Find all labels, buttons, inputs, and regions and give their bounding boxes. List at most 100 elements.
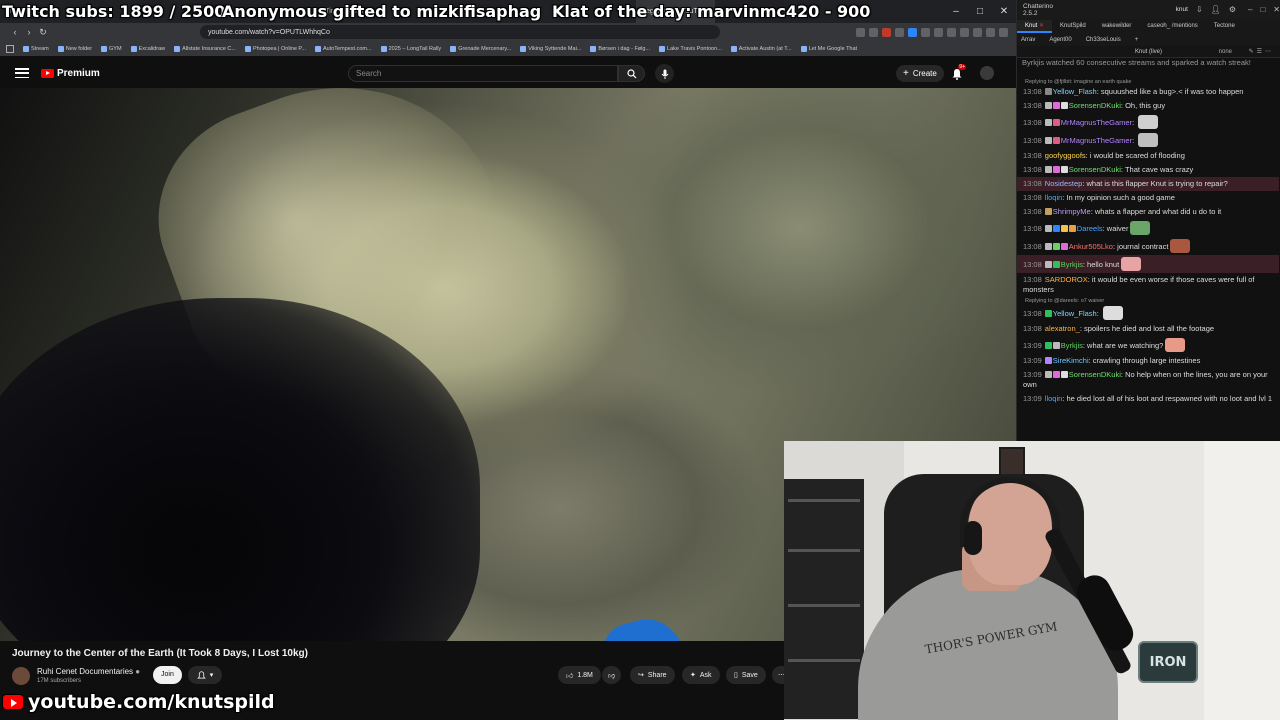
- chat-badge-icon[interactable]: [1044, 166, 1052, 173]
- chat-badge-icon[interactable]: [1052, 342, 1060, 349]
- extension-icon[interactable]: [869, 27, 878, 37]
- chat-badge-icon[interactable]: [1044, 225, 1052, 232]
- chat-reply-context[interactable]: Replying to @dareels: o7 waiver: [1017, 297, 1279, 304]
- chat-badge-icon[interactable]: [1052, 225, 1060, 232]
- chat-username[interactable]: Byrkjis: [1061, 341, 1083, 350]
- chat-username[interactable]: SireKimchi: [1053, 356, 1089, 365]
- menu-icon[interactable]: [15, 68, 29, 78]
- chat-message[interactable]: 13:08 Byrkjis: hello knut: [1017, 255, 1279, 273]
- bookmark[interactable]: Lake Travis Pontoon...: [659, 45, 722, 52]
- chat-message[interactable]: 13:08 Dareels: waiver: [1017, 219, 1279, 237]
- tab-ch33selouis[interactable]: Ch33seLouis: [1086, 37, 1121, 43]
- bookmark[interactable]: Excalidraw: [130, 45, 165, 52]
- chat-message[interactable]: 13:09 lloqin: he died lost all of his loo…: [1017, 392, 1279, 406]
- chat-message[interactable]: 13:08 ShrimpyMe: whats a flapper and what…: [1017, 205, 1279, 219]
- tab-agent00[interactable]: Agent00: [1049, 37, 1071, 43]
- account-name[interactable]: knut: [1176, 6, 1188, 13]
- chat-badge-icon[interactable]: [1060, 243, 1068, 250]
- forward-icon[interactable]: ›: [22, 27, 36, 37]
- chat-badge-icon[interactable]: [1060, 166, 1068, 173]
- chat-badge-icon[interactable]: [1068, 225, 1076, 232]
- chat-badge-icon[interactable]: [1052, 166, 1060, 173]
- chat-emote-icon[interactable]: [1138, 115, 1159, 129]
- chat-emote-icon[interactable]: [1121, 257, 1142, 271]
- chat-badge-icon[interactable]: [1044, 243, 1052, 250]
- subscription-bell-button[interactable]: ▾: [188, 666, 222, 684]
- reload-icon[interactable]: ↻: [36, 27, 50, 38]
- url-field[interactable]: youtube.com/watch?v=OPUTLWhhqCo: [200, 25, 720, 39]
- voice-search-button[interactable]: [655, 64, 674, 83]
- chat-message[interactable]: 13:09 Byrkjis: what are we watching?: [1017, 336, 1279, 354]
- chat-username[interactable]: SorensenDKuki: [1069, 101, 1121, 110]
- chat-message[interactable]: 13:08 Ankur505Lko: journal contract: [1017, 237, 1279, 255]
- account-avatar[interactable]: [980, 66, 994, 80]
- chat-badge-icon[interactable]: [1044, 137, 1052, 144]
- chat-username[interactable]: SARDOROX: [1045, 275, 1088, 284]
- chat-emote-icon[interactable]: [1130, 221, 1151, 235]
- chat-username[interactable]: Yellow_Flash: [1053, 87, 1097, 96]
- search-input[interactable]: Search: [348, 65, 618, 82]
- maximize-icon[interactable]: □: [968, 0, 992, 23]
- chat-username[interactable]: SorensenDKuki: [1069, 165, 1121, 174]
- chat-username[interactable]: Yellow_Flash: [1053, 309, 1097, 318]
- chat-badge-icon[interactable]: [1044, 261, 1052, 268]
- tab-arrav[interactable]: Arrav: [1021, 37, 1035, 43]
- chat-badge-icon[interactable]: [1060, 371, 1068, 378]
- chat-badge-icon[interactable]: [1044, 342, 1052, 349]
- youtube-logo[interactable]: Premium: [41, 68, 100, 79]
- chat-reply-context[interactable]: Replying to @fjtlbit: imagine an earth q…: [1017, 78, 1279, 85]
- notifications-button[interactable]: 9+: [951, 64, 966, 80]
- chat-message[interactable]: 13:08 SorensenDKuki: Oh, this guy: [1017, 99, 1279, 113]
- chat-message[interactable]: 13:08 SorensenDKuki: That cave was crazy: [1017, 163, 1279, 177]
- tab-knut[interactable]: Knut ✕: [1017, 20, 1053, 33]
- chat-badge-icon[interactable]: [1044, 208, 1052, 215]
- chat-message[interactable]: 13:08 alexatron_: spoilers he died and lo…: [1017, 322, 1279, 336]
- chat-message[interactable]: 13:09 SireKimchi: crawling through large …: [1017, 354, 1279, 368]
- chat-badge-icon[interactable]: [1060, 102, 1068, 109]
- bookmark[interactable]: AutoTempest.com...: [314, 45, 372, 52]
- extension-icon[interactable]: [895, 27, 904, 37]
- tab-wakewilder[interactable]: wakewilder: [1094, 20, 1140, 33]
- tab-caseoh-mentions[interactable]: caseoh_ /mentions: [1139, 20, 1205, 33]
- chat-username[interactable]: Byrkjis: [1061, 260, 1083, 269]
- tab-tectone[interactable]: Tectone: [1206, 20, 1243, 33]
- chat-message[interactable]: 13:09 SorensenDKuki: No help when on the …: [1017, 368, 1279, 392]
- extension-icon[interactable]: [947, 27, 956, 37]
- chat-emote-icon[interactable]: [1138, 133, 1159, 147]
- chat-badge-icon[interactable]: [1044, 371, 1052, 378]
- share-button[interactable]: ↪ Share: [630, 666, 675, 684]
- chat-message[interactable]: 13:08 lloqin: In my opinion such a good g…: [1017, 191, 1279, 205]
- extension-icon[interactable]: [986, 27, 995, 37]
- chat-username[interactable]: lloqin: [1045, 394, 1063, 403]
- bookmark[interactable]: GYM: [101, 45, 122, 52]
- maximize-icon[interactable]: □: [1260, 5, 1265, 14]
- extension-icon[interactable]: [960, 27, 969, 37]
- save-button[interactable]: ▯ Save: [726, 666, 766, 684]
- pen-icon[interactable]: ✎: [1249, 49, 1257, 55]
- minimize-icon[interactable]: –: [1248, 5, 1252, 14]
- extension-icon[interactable]: [973, 27, 982, 37]
- close-icon[interactable]: ✕: [1273, 5, 1280, 14]
- chat-badge-icon[interactable]: [1052, 119, 1060, 126]
- bookmark[interactable]: Activate Austin (at T...: [730, 45, 792, 52]
- chat-username[interactable]: MrMagnusTheGamer: [1061, 118, 1132, 127]
- add-tab-icon[interactable]: +: [1135, 37, 1139, 43]
- chat-badge-icon[interactable]: [1044, 88, 1052, 95]
- close-icon[interactable]: ✕: [1039, 22, 1044, 29]
- chat-message[interactable]: 13:08 Nosidestep: what is this flapper Kn…: [1017, 177, 1279, 191]
- channel-name[interactable]: Ruhi Cenet Documentaries ●: [37, 667, 140, 676]
- chat-username[interactable]: SorensenDKuki: [1069, 370, 1121, 379]
- bookmark[interactable]: Grenade Mercenary...: [450, 45, 511, 52]
- chat-username[interactable]: Nosidestep: [1045, 179, 1083, 188]
- bookmark[interactable]: Allstate Insurance C...: [174, 45, 236, 52]
- settings-icon[interactable]: ⚙: [1229, 5, 1236, 14]
- chat-message[interactable]: 13:08 Yellow_Flash:: [1017, 304, 1279, 322]
- bookmark[interactable]: Viking Syttende Mai...: [520, 45, 581, 52]
- chat-badge-icon[interactable]: [1044, 310, 1052, 317]
- bookmark[interactable]: 2025 – LongTail Rally: [380, 45, 441, 52]
- chat-emote-icon[interactable]: [1102, 306, 1123, 320]
- chat-emote-icon[interactable]: [1170, 239, 1191, 253]
- close-icon[interactable]: ✕: [992, 0, 1016, 23]
- user-icon[interactable]: 👤︎: [1211, 5, 1221, 14]
- chat-badge-icon[interactable]: [1060, 225, 1068, 232]
